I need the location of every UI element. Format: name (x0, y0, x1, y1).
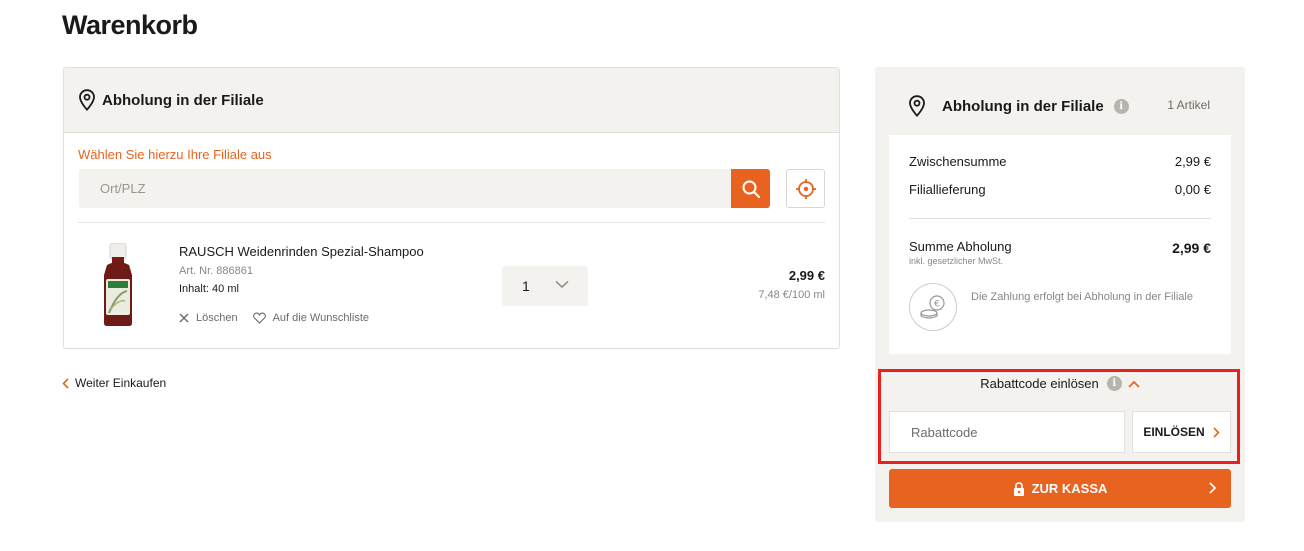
subtotal-row: Zwischensumme 2,99 € (909, 154, 1211, 169)
store-search-button[interactable] (731, 169, 770, 208)
pickup-title: Abholung in der Filiale (102, 91, 264, 109)
info-icon[interactable]: i (1113, 98, 1129, 114)
total-value: 2,99 € (1172, 240, 1211, 256)
quantity-select[interactable]: 1 (502, 266, 588, 306)
item-count: 1 Artikel (1167, 98, 1210, 112)
delivery-row: Filiallieferung 0,00 € (909, 182, 1211, 197)
checkout-button[interactable]: ZUR KASSA (889, 469, 1231, 508)
checkout-label: ZUR KASSA (1031, 481, 1108, 496)
product-actions: Löschen Auf die Wunschliste (179, 312, 384, 324)
lock-icon (1013, 481, 1024, 496)
delete-label: Löschen (196, 312, 238, 324)
pickup-header: Abholung in der Filiale (64, 68, 839, 133)
coupon-toggle[interactable]: Rabattcode einlösen i (875, 376, 1245, 391)
close-icon (179, 313, 189, 323)
redeem-label: EINLÖSEN (1143, 425, 1205, 439)
redeem-button[interactable]: EINLÖSEN (1132, 411, 1231, 453)
delivery-value: 0,00 € (1174, 182, 1211, 197)
store-select-hint: Wählen Sie hierzu Ihre Filiale aus (78, 147, 272, 162)
chevron-right-icon (1209, 482, 1216, 494)
coins-icon: € (909, 283, 957, 331)
subtotal-value: 2,99 € (1174, 154, 1211, 169)
payment-note: Die Zahlung erfolgt bei Abholung in der … (971, 291, 1193, 303)
summary-box: Zwischensumme 2,99 € Filiallieferung 0,0… (889, 135, 1231, 354)
crosshair-icon (795, 178, 816, 199)
total-tax-note: inkl. gesetzlicher MwSt. (909, 256, 1004, 266)
store-search-input[interactable] (79, 169, 731, 208)
pickup-card: Abholung in der Filiale Wählen Sie hierz… (63, 67, 840, 349)
continue-shopping-link[interactable]: Weiter Einkaufen (62, 376, 166, 390)
delivery-label: Filiallieferung (909, 182, 986, 197)
summary-title: Abholung in der Filiale (942, 97, 1104, 115)
map-pin-icon (909, 95, 925, 117)
quantity-value: 1 (522, 278, 530, 294)
chevron-down-icon (555, 280, 569, 289)
coupon-toggle-label: Rabattcode einlösen (980, 376, 1099, 391)
divider (78, 222, 825, 223)
divider (909, 218, 1211, 219)
delete-button[interactable]: Löschen (179, 312, 238, 324)
coupon-code-input[interactable] (889, 411, 1125, 453)
info-icon[interactable]: i (1106, 376, 1122, 391)
chevron-up-icon (1128, 380, 1140, 388)
chevron-left-icon (62, 377, 69, 389)
unit-price: 7,48 €/100 ml (758, 289, 825, 301)
total-label: Summe Abholung (909, 239, 1012, 254)
map-pin-icon (79, 89, 95, 111)
item-price: 2,99 € (788, 268, 825, 283)
svg-text:€: € (934, 300, 940, 310)
wishlist-label: Auf die Wunschliste (272, 312, 369, 324)
product-name[interactable]: RAUSCH Weidenrinden Spezial-Shampoo (179, 244, 424, 259)
subtotal-label: Zwischensumme (909, 154, 1007, 169)
product-image[interactable] (99, 243, 137, 327)
heart-icon (252, 312, 266, 324)
product-article-number: Art. Nr. 886861 (179, 265, 253, 277)
continue-shopping-label: Weiter Einkaufen (75, 376, 167, 390)
page-title: Warenkorb (62, 10, 198, 40)
chevron-right-icon (1213, 426, 1220, 438)
locate-me-button[interactable] (786, 169, 825, 208)
summary-header: Abholung in der Filiale i 1 Artikel (908, 94, 1218, 118)
product-content: Inhalt: 40 ml (179, 283, 239, 295)
search-icon (742, 180, 760, 198)
wishlist-button[interactable]: Auf die Wunschliste (252, 312, 369, 324)
